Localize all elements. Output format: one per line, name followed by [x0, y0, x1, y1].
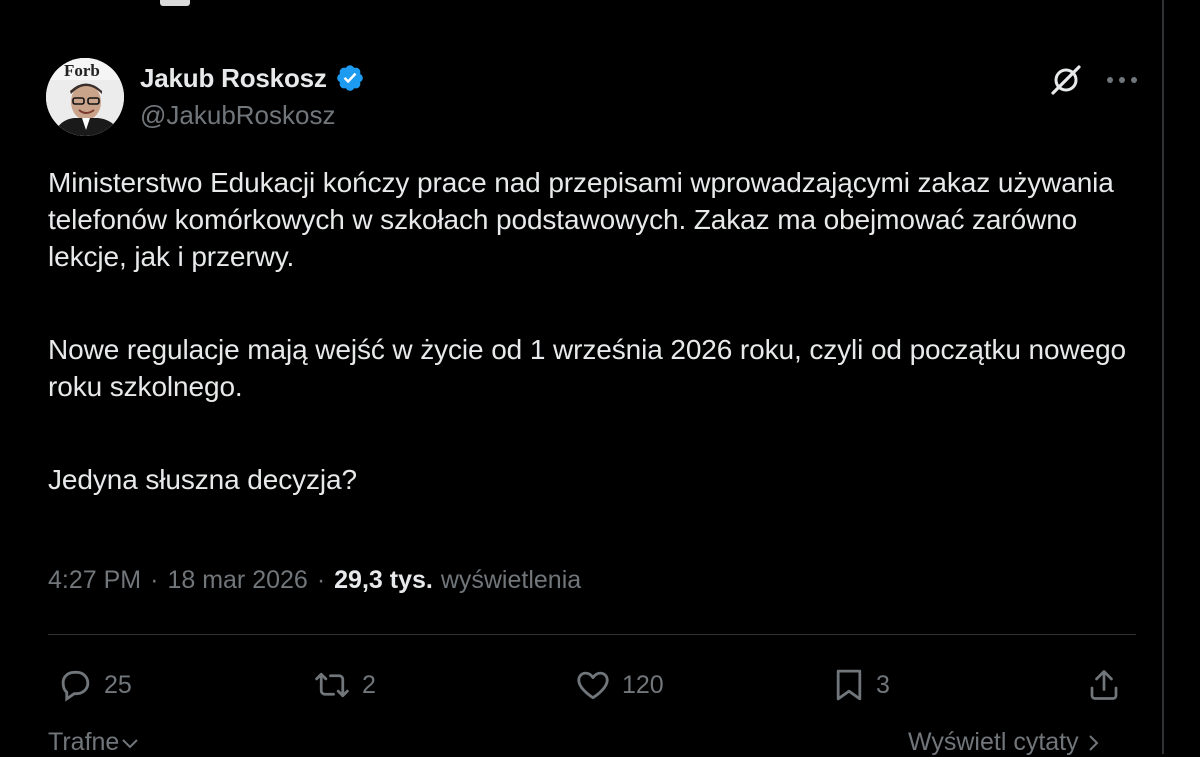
- grok-icon[interactable]: [1048, 62, 1084, 98]
- avatar-photo: Forb: [46, 58, 124, 136]
- verified-badge-icon: [335, 63, 365, 93]
- like-button[interactable]: 120: [574, 666, 664, 704]
- view-quotes-link[interactable]: Wyświetl cytaty: [908, 728, 1099, 757]
- share-button[interactable]: [1086, 666, 1122, 704]
- chevron-right-icon: [1088, 734, 1099, 751]
- bookmark-icon: [836, 669, 862, 701]
- views-label: wyświetlenia: [440, 566, 582, 594]
- post-time[interactable]: 4:27 PM: [48, 566, 141, 595]
- header-fragment: [160, 0, 190, 6]
- avatar[interactable]: Forb: [46, 58, 124, 136]
- repost-button[interactable]: 2: [312, 666, 376, 704]
- chevron-down-icon: [122, 738, 139, 748]
- post-paragraph: Nowe regulacje mają wejść w życie od 1 w…: [48, 334, 1127, 402]
- repost-count: 2: [362, 670, 376, 699]
- meta-separator: ·: [150, 566, 159, 594]
- more-options-icon[interactable]: [1106, 75, 1138, 85]
- repost-icon: [315, 672, 349, 698]
- post-paragraph: Ministerstwo Edukacji kończy prace nad p…: [48, 167, 1114, 272]
- divider: [48, 634, 1136, 635]
- view-quotes-label: Wyświetl cytaty: [908, 728, 1079, 756]
- post-text: Ministerstwo Edukacji kończy prace nad p…: [48, 164, 1128, 498]
- author-handle[interactable]: @JakubRoskosz: [140, 100, 365, 131]
- bookmark-count: 3: [876, 670, 890, 699]
- post-top-actions: [1048, 62, 1138, 98]
- meta-separator: ·: [316, 566, 326, 594]
- views-count: 29,3 tys.: [334, 566, 433, 594]
- avatar-logo-text: Forb: [64, 61, 100, 80]
- post-meta: 4:27 PM · 18 mar 2026 · 29,3 tys. wyświe…: [48, 566, 581, 595]
- heart-icon: [577, 671, 609, 700]
- share-icon: [1090, 670, 1118, 700]
- reply-icon: [61, 670, 90, 702]
- sort-dropdown[interactable]: Trafne: [48, 728, 139, 757]
- author-name[interactable]: Jakub Roskosz: [140, 63, 327, 94]
- bookmark-button[interactable]: 3: [832, 666, 890, 704]
- author-block: Jakub Roskosz @JakubRoskosz: [140, 60, 365, 131]
- post-paragraph: Jedyna słuszna decyzja?: [48, 464, 357, 495]
- reply-button[interactable]: 25: [56, 666, 132, 704]
- sort-label: Trafne: [48, 728, 120, 756]
- post-date[interactable]: 18 mar 2026: [167, 566, 307, 595]
- reply-count: 25: [104, 670, 132, 699]
- like-count: 120: [622, 670, 664, 699]
